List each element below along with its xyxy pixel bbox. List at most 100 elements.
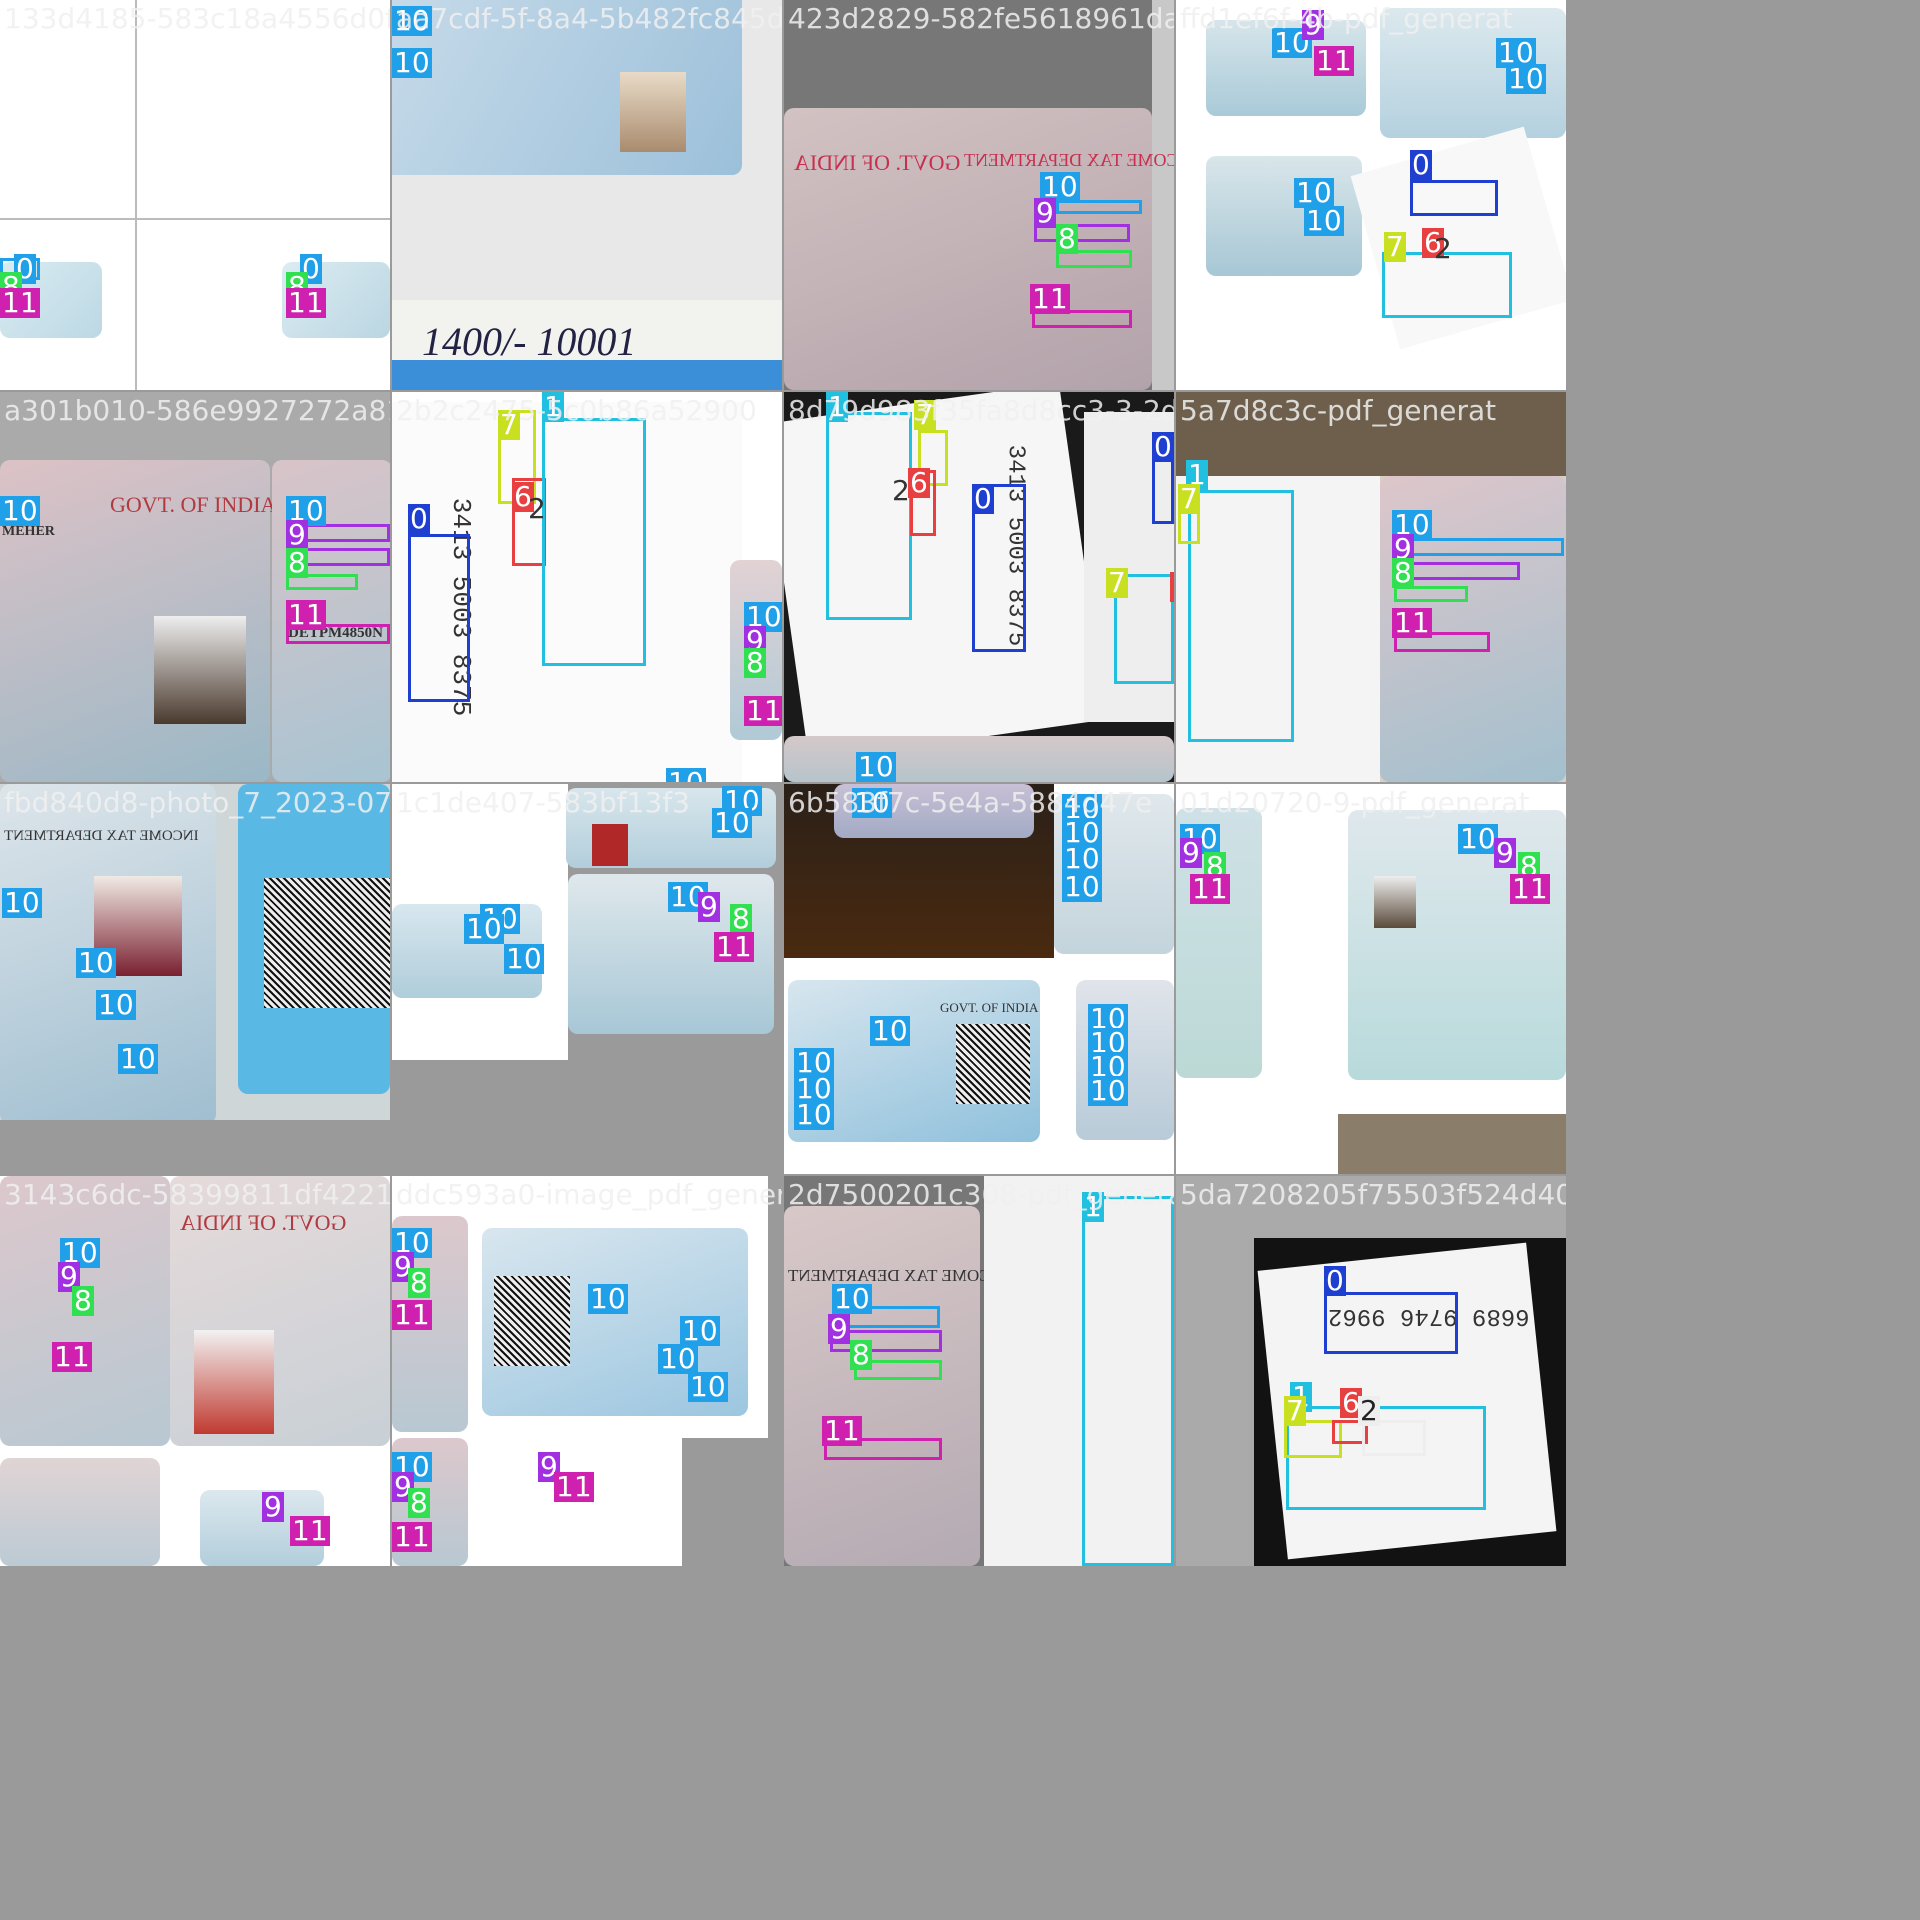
card-govt: GOVT. OF INDIA (940, 1000, 1039, 1015)
label-2: 2 (1358, 1394, 1380, 1427)
label-2: 2 (1434, 232, 1452, 265)
tile-name: 5da7208205f75503f524d406 (1180, 1178, 1566, 1211)
tile-name: 8d79d983f35fa8d8cc3-3-2d-pdf (788, 394, 1174, 427)
label-10: 10 (688, 1370, 728, 1403)
grey-right (1152, 0, 1174, 390)
label-2: 2 (892, 474, 910, 507)
label-10: 10 (464, 912, 504, 945)
photo (194, 1330, 274, 1434)
label-11: 11 (392, 1298, 432, 1331)
tile-name: fbd840d8-photo_7_2023-07 (4, 786, 390, 819)
label-11: 11 (554, 1470, 594, 1503)
label-11: 11 (714, 930, 754, 963)
label-10: 10 (1458, 822, 1498, 855)
tile-name: aa7cdf-5f-8a4-5b482fc845d2272829-582fe56… (396, 2, 782, 35)
tile-name: 133d4185-583c18a4556d0f7 (4, 2, 390, 35)
label-10: 10 (96, 988, 136, 1021)
label-2: 2 (528, 492, 546, 525)
grid-line-h (0, 218, 390, 220)
label-9: 9 (1034, 196, 1056, 229)
label-11: 11 (392, 1520, 432, 1553)
label-10: 10 (1506, 62, 1546, 95)
label-11: 11 (286, 598, 326, 631)
photo (592, 824, 628, 866)
label-10: 10 (832, 1282, 872, 1315)
label-0: 0 (408, 502, 430, 535)
tile-13: GOVT. OF INDIA 10 9 8 11 9 11 3143c6dc-5… (0, 1176, 390, 1566)
tile-6: 3413 5003 8375 0 1 7 6 2 10 9 8 11 10 2b… (392, 392, 782, 782)
label-7: 7 (1106, 566, 1128, 599)
tile-name: 2b2c2475-5c0b86a52900 (396, 394, 757, 427)
qr-code (956, 1024, 1030, 1104)
label-11: 11 (52, 1340, 92, 1373)
tile-name: 6b583f7c-5e4a-5884d47e (788, 786, 1153, 819)
grid-line-v (135, 0, 137, 390)
grey-left (1176, 1238, 1254, 1566)
bottom-grey (0, 1120, 390, 1174)
label-8: 8 (286, 546, 308, 579)
label-8: 8 (408, 1266, 430, 1299)
label-7: 7 (1384, 230, 1406, 263)
label-0: 0 (1152, 430, 1174, 463)
tile-12: 10 9 8 11 10 9 8 11 01d20720-9-pdf_gener… (1176, 784, 1566, 1174)
bbox-1 (542, 418, 646, 666)
tile-5: GOVT. OF INDIA MEHER DETPM4850N 10 10 9 … (0, 392, 390, 782)
label-9: 9 (1494, 836, 1516, 869)
tile-10: 10 10 10 10 10 10 9 8 11 1c1de407-583bf1… (392, 784, 782, 1174)
label-11: 11 (1314, 44, 1354, 77)
card-dept: INCOME TAX DEPARTMENT (4, 828, 199, 844)
pan-card-bottom (784, 736, 1174, 782)
card-govt: GOVT. OF INDIA (180, 1210, 347, 1235)
label-9: 9 (698, 890, 720, 923)
tile-name: ddc593a0-image_pdf_generate (396, 1178, 782, 1211)
card-dept: INCOME TAX DEPARTMENT (788, 1266, 1009, 1285)
tile-16: 6689 9746 9962 0 1 7 6 2 5da7208205f7550… (1176, 1176, 1566, 1566)
label-11: 11 (286, 286, 326, 319)
label-10: 10 (712, 806, 752, 839)
label-10: 10 (504, 942, 544, 975)
label-9: 9 (1180, 836, 1202, 869)
label-10: 10 (1088, 1074, 1128, 1107)
tile-name: 5a7d8c3c-pdf_generat (1180, 394, 1497, 427)
label-11: 11 (0, 286, 40, 319)
label-10: 10 (1304, 204, 1344, 237)
tile-name: a301b010-586e9927272a81 (4, 394, 390, 427)
bbox-0b (1152, 454, 1174, 524)
label-11: 11 (744, 694, 782, 727)
label-2: 2 (1170, 572, 1174, 602)
bbox-0 (1410, 180, 1498, 216)
label-11: 11 (822, 1414, 862, 1447)
label-0: 0 (1410, 148, 1432, 181)
tile-name: 01d20720-9-pdf_generat (1180, 786, 1530, 819)
card-dept: INCOME TAX DEPARTMENT (964, 150, 1174, 170)
label-8: 8 (1392, 556, 1414, 589)
label-11: 11 (1392, 606, 1432, 639)
bbox-0 (408, 534, 470, 702)
label-11: 11 (290, 1514, 330, 1547)
label-0: 0 (972, 482, 994, 515)
tile-name: 2d7500201c308-pdf_generate (788, 1178, 1174, 1211)
label-10: 10 (2, 886, 42, 919)
label-7: 7 (1178, 482, 1200, 515)
qr-code (264, 878, 390, 1008)
handwritten-text: 1400/- 10001 (422, 319, 637, 364)
bbox-1 (826, 412, 912, 620)
label-10: 10 (870, 1014, 910, 1047)
tile-14: 10 10 10 10 10 9 8 11 10 9 8 11 9 11 ddc… (392, 1176, 782, 1566)
tile-1: 0 8 11 0 8 11 133d4185-583c18a4556d0f7 (0, 0, 390, 390)
tile-name: 3143c6dc-58399811df42219 (4, 1178, 390, 1211)
label-11: 11 (1510, 872, 1550, 905)
bbox-0 (1324, 1292, 1458, 1354)
tile-name: ffd1ef6f-4b-pdf_generat (1180, 2, 1513, 35)
label-10: 10 (856, 750, 896, 782)
bbox-1 (1188, 490, 1294, 742)
qr-code (494, 1276, 570, 1366)
tile-4: 10 9 11 10 10 10 10 0 7 6 2 ffd1ef6f-4b-… (1176, 0, 1566, 390)
pan-card-bottom (0, 1458, 160, 1566)
tile-name: 423d2829-582fe5618961dab (788, 2, 1174, 35)
tile-9: INCOME TAX DEPARTMENT 10 10 10 10 fbd840… (0, 784, 390, 1174)
label-0: 0 (1324, 1264, 1346, 1297)
label-8: 8 (72, 1284, 94, 1317)
label-11: 11 (1030, 282, 1070, 315)
label-10: 10 (76, 946, 116, 979)
